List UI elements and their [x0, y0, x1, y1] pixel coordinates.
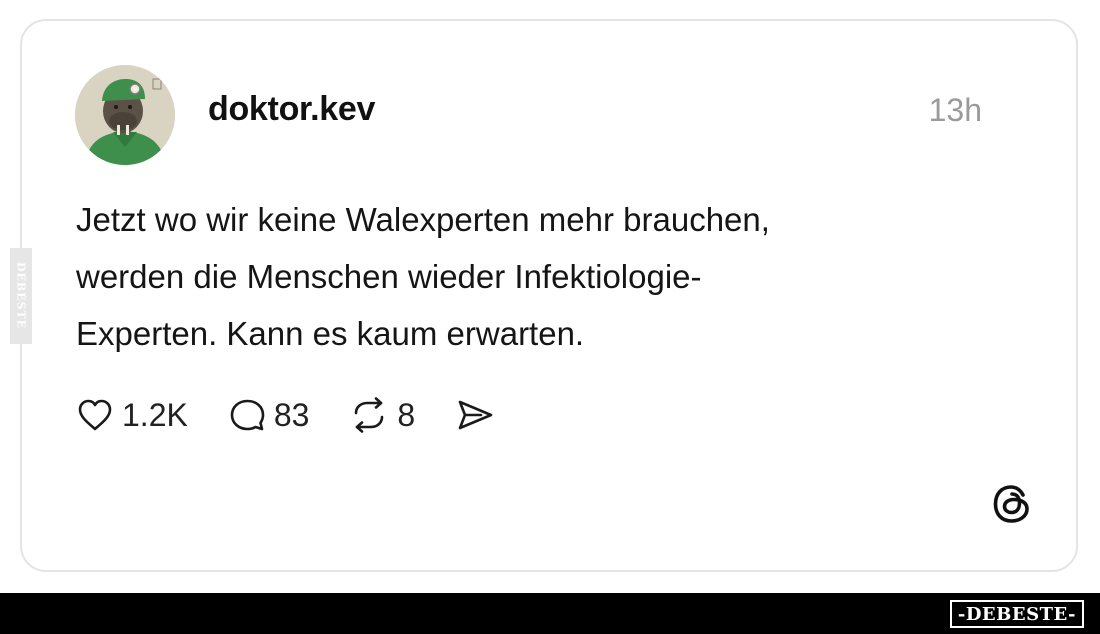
- like-button[interactable]: 1.2K: [76, 397, 188, 434]
- debeste-logo: -DEBESTE-: [949, 600, 1084, 628]
- bottom-watermark-bar: -DEBESTE-: [0, 593, 1100, 634]
- repost-icon: [355, 397, 384, 433]
- username[interactable]: doktor.kev: [208, 90, 375, 129]
- post-text: Jetzt wo wir keine Walexperten mehr brau…: [76, 201, 770, 352]
- share-button[interactable]: [455, 397, 495, 433]
- threads-logo-icon[interactable]: [990, 482, 1034, 526]
- comment-button[interactable]: 83: [228, 396, 310, 434]
- like-count: 1.2K: [122, 396, 188, 433]
- repost-button[interactable]: 8: [349, 397, 415, 434]
- repost-count: 8: [397, 396, 416, 433]
- avatar[interactable]: [75, 65, 175, 165]
- comment-icon: [230, 399, 265, 431]
- heart-icon: [78, 399, 112, 431]
- side-watermark: DEBESTE: [10, 248, 32, 344]
- walrus-doctor-avatar-icon: [75, 65, 175, 165]
- comment-count: 83: [273, 396, 310, 433]
- timestamp: 13h: [928, 92, 982, 128]
- action-bar: 1.2K 83 8: [76, 393, 535, 437]
- send-icon: [458, 400, 493, 430]
- post-card: doktor.kev 13h Jetzt wo wir keine Walexp…: [20, 19, 1078, 572]
- side-watermark-text: DEBESTE: [14, 262, 28, 330]
